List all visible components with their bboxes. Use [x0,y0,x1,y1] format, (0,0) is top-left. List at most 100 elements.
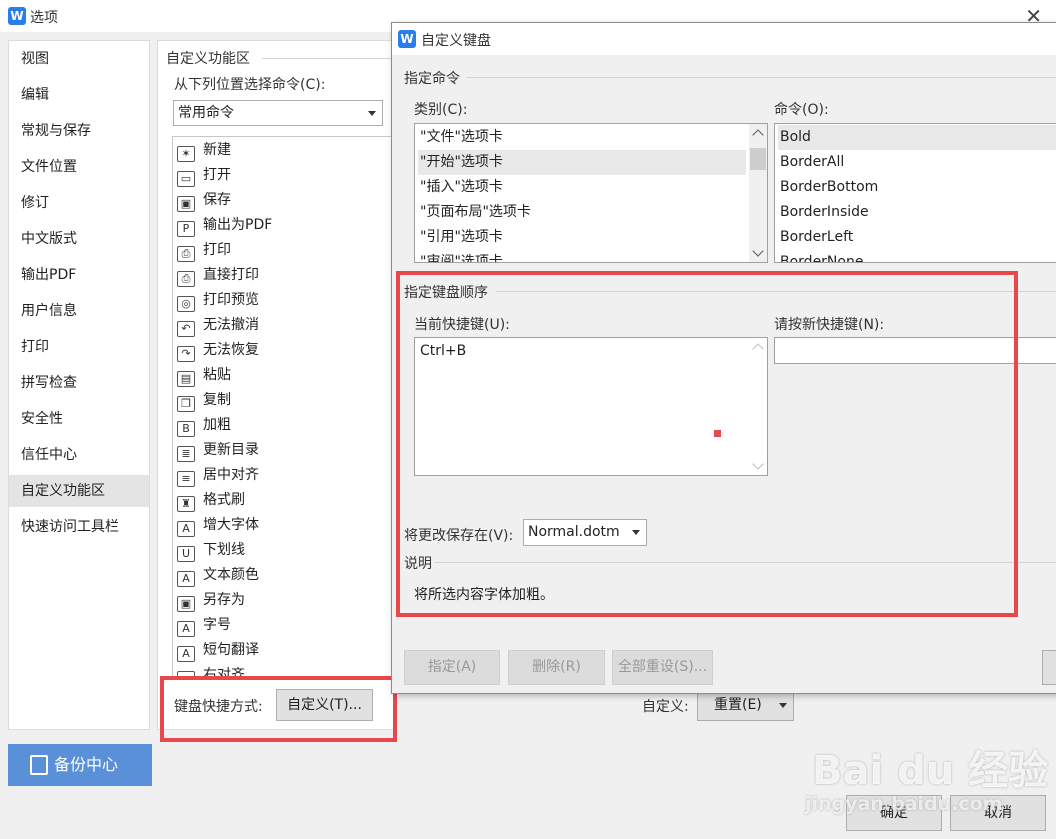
command-item[interactable]: ✶ 新建 [177,138,231,163]
divider [262,58,392,59]
command-item[interactable]: ❐ 复制 [177,388,231,413]
category-item[interactable]: "插入"选项卡 [418,175,746,200]
command-item[interactable]: ↶ 无法撤消 [177,313,259,338]
pdf-export-icon: P [177,221,195,237]
commands-list[interactable]: Bold BorderAll BorderBottom BorderInside Bor… [774,123,1056,263]
command-item[interactable]: ≣ 更新目录 [177,438,259,463]
command-item[interactable]: U 下划线 [177,538,245,563]
command-label: 文本颜色 [203,567,259,583]
command-item[interactable]: A 文本颜色 [177,563,259,588]
chevron-down-icon [368,111,376,116]
command-label: 打印 [203,242,231,258]
backup-center-button[interactable]: 备份中心 [8,744,152,786]
command-item[interactable]: P 输出为PDF [177,213,272,238]
wps-app-icon: W [8,7,26,25]
command-label: 复制 [203,392,231,408]
format-painter-icon: ♜ [177,496,195,512]
assign-button[interactable]: 指定(A) [404,650,500,685]
command-name-item[interactable]: BorderNone [778,250,1056,262]
keyboard-shortcut-label: 键盘快捷方式: [174,699,263,715]
command-item[interactable]: ⎙ 直接打印 [177,263,259,288]
command-item[interactable]: ▤ 粘贴 [177,363,231,388]
command-label: 无法恢复 [203,342,259,358]
close-dialog-button[interactable] [1042,650,1056,685]
command-item[interactable]: ▭ 打开 [177,163,231,188]
command-label: 粘贴 [203,367,231,383]
nav-item[interactable]: 拼写检查 [9,367,149,399]
command-item[interactable]: B 加粗 [177,413,231,438]
nav-item[interactable]: 视图 [9,43,149,75]
nav-item[interactable]: 打印 [9,331,149,363]
dialog-titlebar: W 自定义键盘 [392,23,1056,55]
nav-item[interactable]: 自定义功能区 [9,475,149,507]
custom-label: 自定义: [642,699,689,715]
nav-item[interactable]: 快速访问工具栏 [9,511,149,543]
choose-from-select[interactable]: 常用命令 [173,100,383,126]
categories-label: 类别(C): [414,102,468,118]
command-item[interactable]: ▣ 保存 [177,188,231,213]
command-item[interactable]: ↷ 无法恢复 [177,338,259,363]
category-item[interactable]: "文件"选项卡 [418,125,746,150]
command-name-item[interactable]: BorderLeft [778,225,1056,250]
category-item[interactable]: "开始"选项卡 [418,150,746,175]
nav-item[interactable]: 用户信息 [9,295,149,327]
align-center-icon: ≡ [177,471,195,487]
customize-keyboard-button[interactable]: 自定义(T)... [276,689,373,721]
nav-item[interactable]: 文件位置 [9,151,149,183]
divider [466,77,1056,78]
command-item[interactable]: A 增大字体 [177,513,259,538]
command-name-item[interactable]: BorderBottom [778,175,1056,200]
scrollbar[interactable] [749,124,767,262]
command-item[interactable]: A 短句翻译 [177,638,259,663]
print-preview-icon: ◎ [177,296,195,312]
command-list[interactable]: ✶ 新建 ▭ 打开 ▣ 保存 P 输出为PDF ⎙ 打印 ⎙ 直接打印 ◎ 打印预览 ↶ 无法撤消 ↷ 无法恢复 ▤… [172,136,397,678]
category-item[interactable]: "页面布局"选项卡 [418,200,746,225]
nav-item[interactable]: 中文版式 [9,223,149,255]
command-name-item[interactable]: BorderInside [778,200,1056,225]
save-icon: ▣ [177,196,195,212]
chevron-down-icon [779,703,787,708]
category-item[interactable]: "审阅"选项卡 [418,250,746,262]
scroll-thumb[interactable] [750,148,766,170]
customize-ribbon-title: 自定义功能区 [166,51,250,67]
options-nav: 视图编辑常规与保存文件位置修订中文版式输出PDF 用户信息打印拼写检查安全性信任中… [8,40,150,730]
baidu-jingyan-logo: Bai du 经验 [812,748,1049,794]
toc-update-icon: ≣ [177,446,195,462]
save-as-icon: ▣ [177,596,195,612]
scroll-up-icon[interactable] [752,129,764,141]
bold-icon: B [177,421,195,437]
command-name-item[interactable]: BorderAll [778,150,1056,175]
nav-item[interactable]: 输出PDF [9,259,149,291]
command-item[interactable]: ≡ 居中对齐 [177,463,259,488]
command-item[interactable]: ♜ 格式刷 [177,488,245,513]
command-label: 另存为 [203,592,245,608]
command-item[interactable]: ◎ 打印预览 [177,288,259,313]
command-label: 输出为PDF [203,217,273,233]
command-name-item[interactable]: Bold [778,125,1056,150]
font-color-icon: A [177,571,195,587]
nav-item[interactable]: 修订 [9,187,149,219]
nav-item[interactable]: 编辑 [9,79,149,111]
undo-icon: ↶ [177,321,195,337]
command-label: 打印预览 [203,292,259,308]
command-label: 短句翻译 [203,642,259,658]
font-grow-icon: A [177,521,195,537]
remove-button[interactable]: 删除(R) [508,650,605,685]
command-item[interactable]: A 字号 [177,613,231,638]
command-item[interactable]: ▣ 另存为 [177,588,245,613]
command-item[interactable]: ⎙ 打印 [177,238,231,263]
redo-icon: ↷ [177,346,195,362]
choose-from-label: 从下列位置选择命令(C): [174,77,326,93]
command-label: 打开 [203,167,231,183]
command-label: 无法撤消 [203,317,259,333]
nav-item[interactable]: 安全性 [9,403,149,435]
nav-item[interactable]: 信任中心 [9,439,149,471]
scroll-down-icon[interactable] [752,245,764,257]
reset-all-button[interactable]: 全部重设(S)... [612,650,713,685]
options-title: 选项 [30,10,58,26]
nav-item[interactable]: 常规与保存 [9,115,149,147]
categories-list[interactable]: "审阅"选项卡 "引用"选项卡 "页面布局"选项卡 "插入"选项卡 "开始"选项卡 "文件… [414,123,768,263]
command-label: 新建 [203,142,231,158]
command-label: 下划线 [203,542,245,558]
category-item[interactable]: "引用"选项卡 [418,225,746,250]
